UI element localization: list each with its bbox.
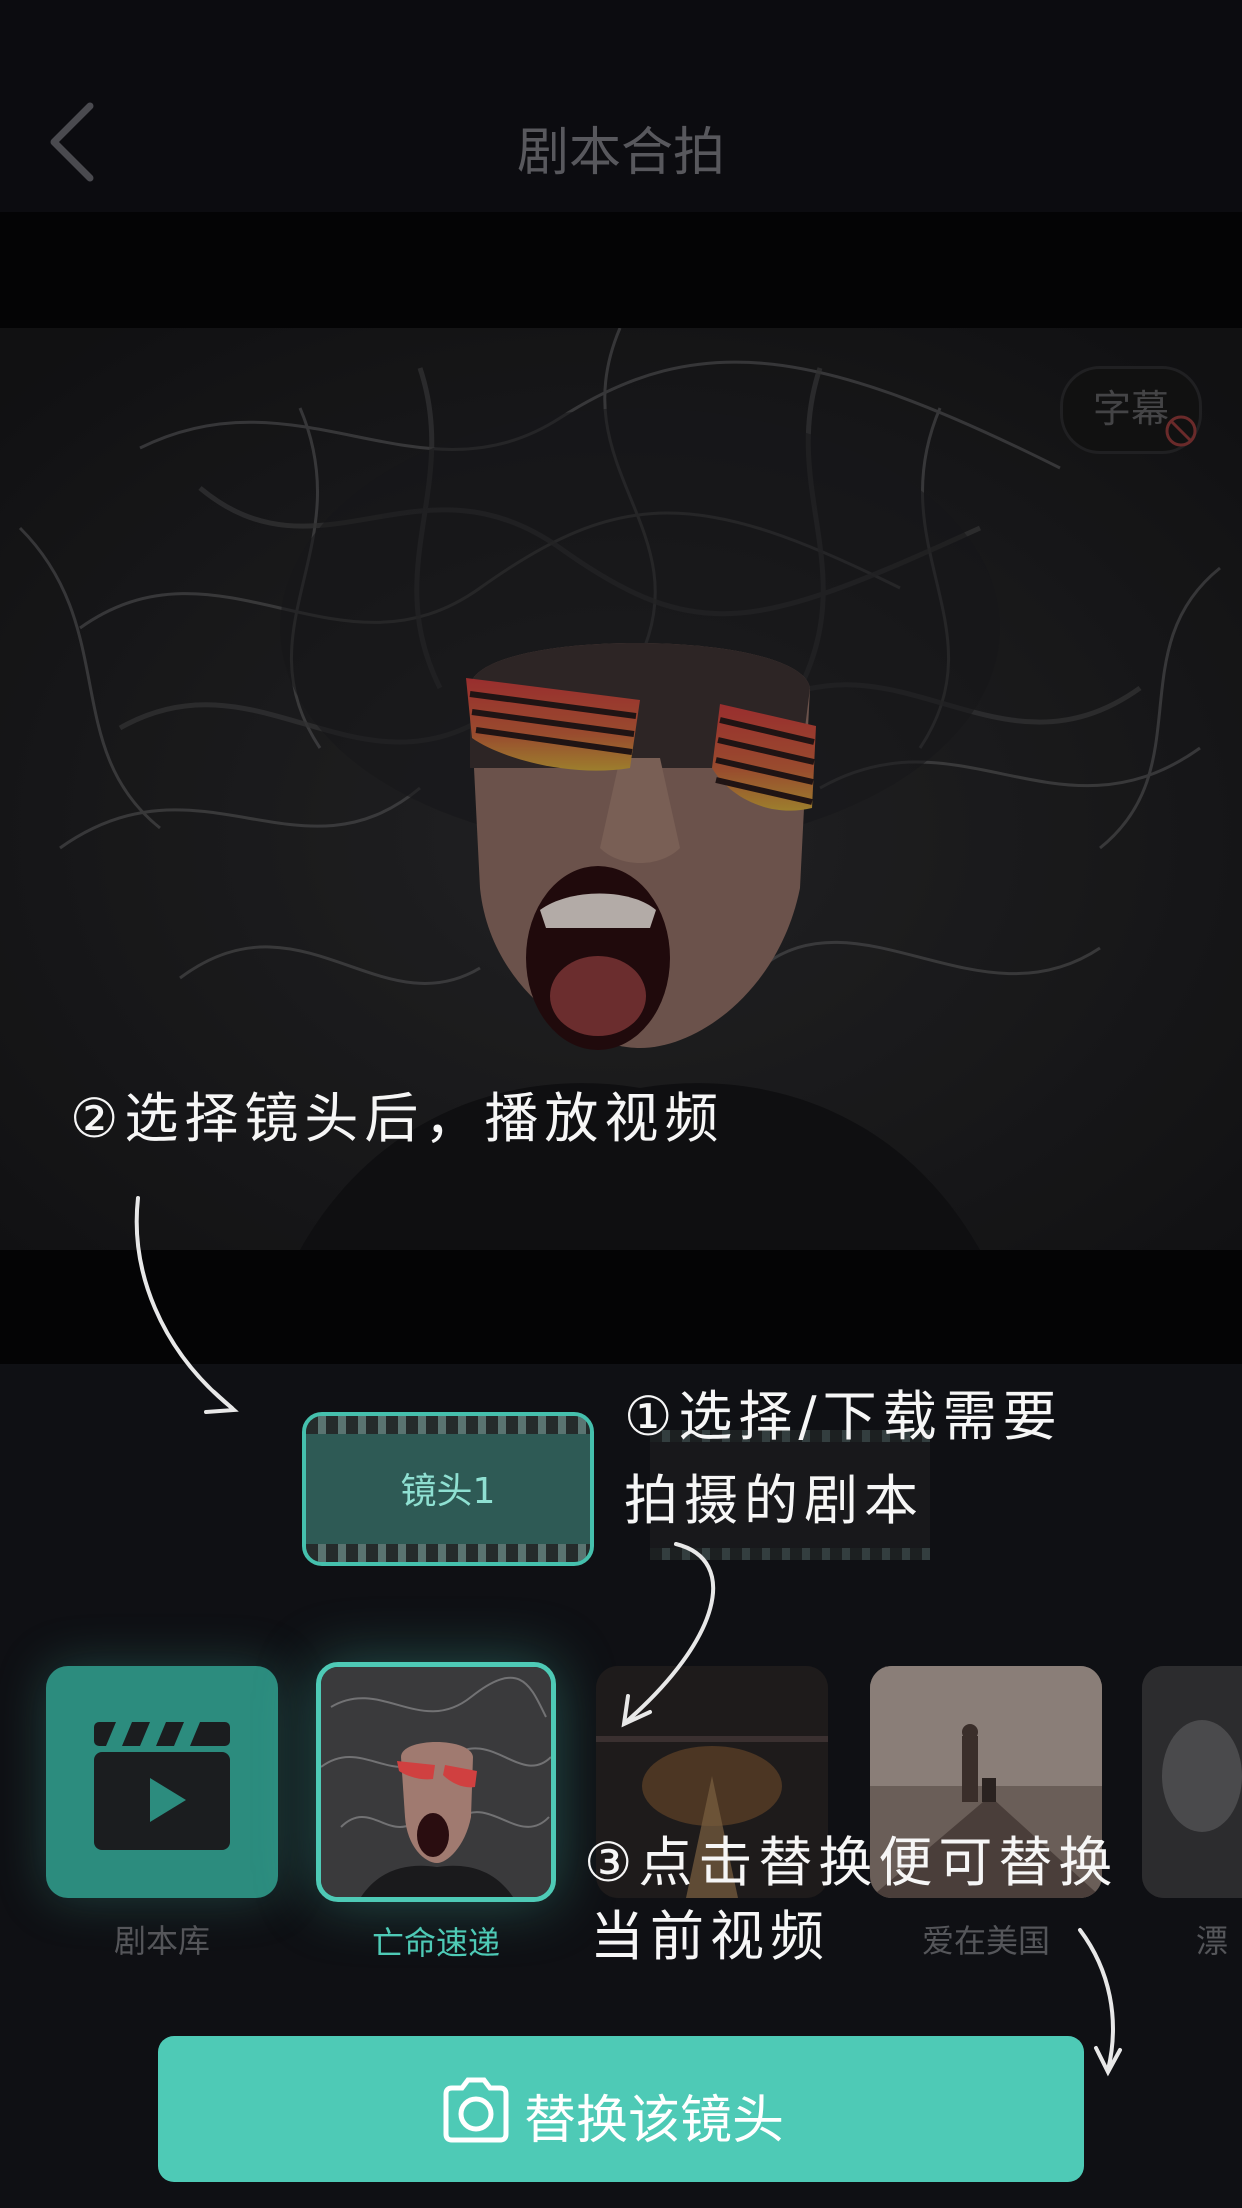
annotation-step1-line1: ①选择/下载需要 <box>624 1385 1063 1448</box>
annotation-step3-line1: ③点击替换便可替换 <box>584 1831 1119 1894</box>
annotation-step2: ②选择镜头后，播放视频 <box>70 1087 725 1150</box>
annotation-step1-line2: 拍摄的剧本 <box>624 1469 924 1532</box>
annotation-step3-line2: 当前视频 <box>590 1905 830 1968</box>
